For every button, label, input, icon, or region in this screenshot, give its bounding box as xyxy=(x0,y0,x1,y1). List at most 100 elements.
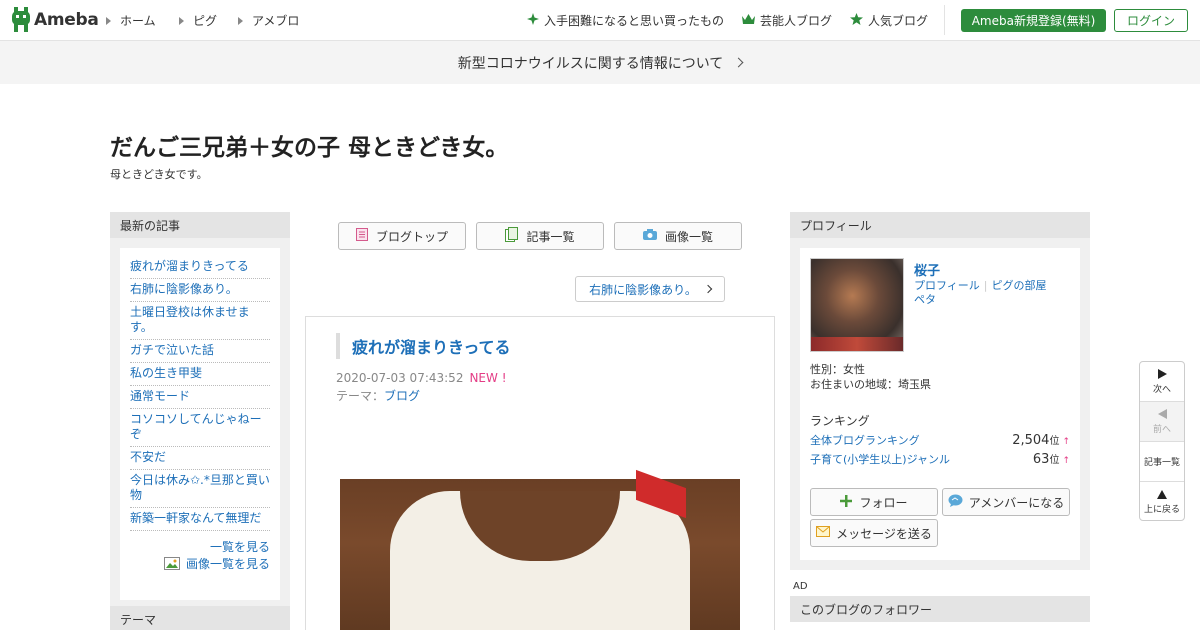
star-icon xyxy=(850,13,863,28)
right-sidebar: プロフィール 桜子 プロフィール | ピグの部屋 ペタ 性別：女性 お住まいの地域：… xyxy=(790,212,1090,570)
rank-unit: 位 xyxy=(1049,455,1060,466)
recent-article-item[interactable]: 疲れが溜まりきってる xyxy=(130,256,270,279)
chevron-right-icon xyxy=(703,284,713,294)
arrow-up-icon: ↑ xyxy=(1062,456,1070,466)
recent-article-item[interactable]: 右肺に陰影像あり。 xyxy=(130,279,270,302)
left-sidebar: 最新の記事 疲れが溜まりきってる 右肺に陰影像あり。 土曜日登校は休ませます。 … xyxy=(110,212,290,610)
triangle-right-icon xyxy=(106,16,111,25)
amember-button[interactable]: アメンバーになる xyxy=(942,488,1070,516)
image-list-icon xyxy=(163,557,180,570)
follow-label: フォロー xyxy=(859,495,908,510)
overall-ranking-link[interactable]: 全体ブログランキング xyxy=(810,432,920,448)
article-list-pager-button[interactable]: 記事一覧 xyxy=(1140,442,1184,482)
profile-name[interactable]: 桜子 xyxy=(914,260,940,279)
image-list-label: 画像一覧 xyxy=(664,229,713,244)
nav-ameblo-label: アメブロ xyxy=(252,14,300,28)
amember-label: アメンバーになる xyxy=(968,495,1065,510)
profile-card: 桜子 プロフィール | ピグの部屋 ペタ 性別：女性 お住まいの地域：埼玉県 ランキ… xyxy=(800,248,1080,560)
blog-description: 母ときどき女です。 xyxy=(110,168,208,181)
article-list-label: 記事一覧 xyxy=(526,229,575,244)
play-right-icon xyxy=(1157,368,1167,382)
prev-page-button[interactable]: 前へ xyxy=(1140,402,1184,442)
nav-pigg-label: ピグ xyxy=(193,14,218,28)
see-all-articles-link[interactable]: 一覧を見る xyxy=(130,539,270,555)
avatar-detail xyxy=(811,337,903,351)
document-icon xyxy=(355,228,368,244)
speech-bubble-icon xyxy=(948,494,963,510)
article-list-button[interactable]: 記事一覧 xyxy=(476,222,604,250)
message-button[interactable]: メッセージを送る xyxy=(810,519,938,547)
new-badge: NEW ! xyxy=(469,371,507,385)
avatar[interactable] xyxy=(810,258,904,352)
next-article-label: 右肺に陰影像あり。 xyxy=(589,282,697,297)
recent-article-item[interactable]: ガチで泣いた話 xyxy=(130,340,270,363)
logo-text: Ameba xyxy=(34,10,99,30)
trending-link-label: 入手困難になると思い買ったもの xyxy=(544,14,725,28)
profile-info: 性別：女性 お住まいの地域：埼玉県 xyxy=(810,362,931,392)
image-list-button[interactable]: 画像一覧 xyxy=(614,222,742,250)
ameba-logo-icon xyxy=(11,7,31,33)
header-divider xyxy=(944,5,945,35)
play-left-icon xyxy=(1157,408,1167,422)
profile-links: プロフィール | ピグの部屋 ペタ xyxy=(914,279,1064,307)
login-button[interactable]: ログイン xyxy=(1114,9,1188,32)
overall-ranking-value: 2,504位 ↑ xyxy=(1012,432,1070,448)
follow-button[interactable]: フォロー xyxy=(810,488,938,516)
ranking-row-genre: 子育て(小学生以上)ジャンル 63位 ↑ xyxy=(810,451,1070,467)
triangle-right-icon xyxy=(179,16,184,25)
notice-text: 新型コロナウイルスに関する情報について xyxy=(457,55,724,72)
article-theme-label: テーマ： xyxy=(336,389,385,403)
ameba-logo[interactable]: Ameba xyxy=(11,7,99,33)
nav-ameblo[interactable]: アメブロ xyxy=(238,12,299,29)
next-article-button[interactable]: 右肺に陰影像あり。 xyxy=(575,276,725,302)
celebrity-blog-label: 芸能人ブログ xyxy=(760,14,833,28)
trending-link[interactable]: 入手困難になると思い買ったもの xyxy=(527,12,724,29)
recent-article-item[interactable]: 私の生き甲斐 xyxy=(130,363,270,386)
next-page-button[interactable]: 次へ xyxy=(1140,362,1184,402)
link-separator: | xyxy=(983,279,988,292)
side-pager: 次へ 前へ 記事一覧 上に戻る xyxy=(1139,361,1185,521)
recent-article-item[interactable]: 今日は休み✩.*旦那と買い物 xyxy=(130,470,270,508)
genre-rank-number: 63 xyxy=(1032,452,1050,467)
article-date: 2020-07-03 07:43:52 NEW ! xyxy=(336,371,507,385)
crown-icon xyxy=(742,13,755,28)
camera-icon xyxy=(642,229,657,243)
article-list-pager-label: 記事一覧 xyxy=(1143,458,1180,468)
article-title[interactable]: 疲れが溜まりきってる xyxy=(336,333,511,359)
pigg-room-link[interactable]: ピグの部屋 xyxy=(992,279,1047,292)
theme-heading: テーマ xyxy=(110,606,290,630)
triangle-right-icon xyxy=(238,16,243,25)
plus-icon xyxy=(840,494,853,510)
rank-unit: 位 xyxy=(1049,436,1060,447)
popular-blog-link[interactable]: 人気ブログ xyxy=(850,12,928,29)
see-images-link[interactable]: 画像一覧を見る xyxy=(130,555,270,572)
register-button[interactable]: Ameba新規登録(無料) xyxy=(961,9,1106,32)
back-to-top-label: 上に戻る xyxy=(1143,504,1180,515)
profile-location: お住まいの地域：埼玉県 xyxy=(810,378,931,391)
blog-top-button[interactable]: ブログトップ xyxy=(338,222,466,250)
recent-article-item[interactable]: コソコソしてんじゃねーぞ xyxy=(130,409,270,447)
next-page-label: 次へ xyxy=(1152,384,1171,395)
recent-article-item[interactable]: 通常モード xyxy=(130,386,270,409)
covid-notice-banner[interactable]: 新型コロナウイルスに関する情報について xyxy=(0,41,1200,84)
back-to-top-button[interactable]: 上に戻る xyxy=(1140,482,1184,522)
top-navigation: Ameba ホーム ピグ アメブロ 入手困難になると思い買ったもの 芸能人ブログ… xyxy=(0,0,1200,41)
nav-home[interactable]: ホーム xyxy=(106,12,156,29)
recent-article-item[interactable]: 新築一軒家なんて無理だ xyxy=(130,508,270,531)
recent-article-item[interactable]: 土曜日登校は休ませます。 xyxy=(130,302,270,340)
recent-article-item[interactable]: 不安だ xyxy=(130,447,270,470)
overall-rank-number: 2,504 xyxy=(1012,433,1050,448)
arrow-up-icon: ↑ xyxy=(1062,437,1070,447)
nav-pigg[interactable]: ピグ xyxy=(179,12,217,29)
blog-title[interactable]: だんご三兄弟＋女の子 母ときどき女。 xyxy=(110,128,508,162)
genre-ranking-link[interactable]: 子育て(小学生以上)ジャンル xyxy=(810,451,950,467)
article-theme-link[interactable]: ブログ xyxy=(384,389,420,403)
celebrity-blog-link[interactable]: 芸能人ブログ xyxy=(742,12,832,29)
profile-box: 桜子 プロフィール | ピグの部屋 ペタ 性別：女性 お住まいの地域：埼玉県 ランキ… xyxy=(790,238,1090,570)
peta-link[interactable]: ペタ xyxy=(914,293,936,306)
blog-top-label: ブログトップ xyxy=(375,229,448,244)
triangle-up-icon xyxy=(1157,489,1167,502)
chevron-right-icon xyxy=(733,57,744,68)
recent-articles-list: 疲れが溜まりきってる 右肺に陰影像あり。 土曜日登校は休ませます。 ガチで泣いた… xyxy=(120,248,280,600)
profile-link[interactable]: プロフィール xyxy=(914,279,980,292)
